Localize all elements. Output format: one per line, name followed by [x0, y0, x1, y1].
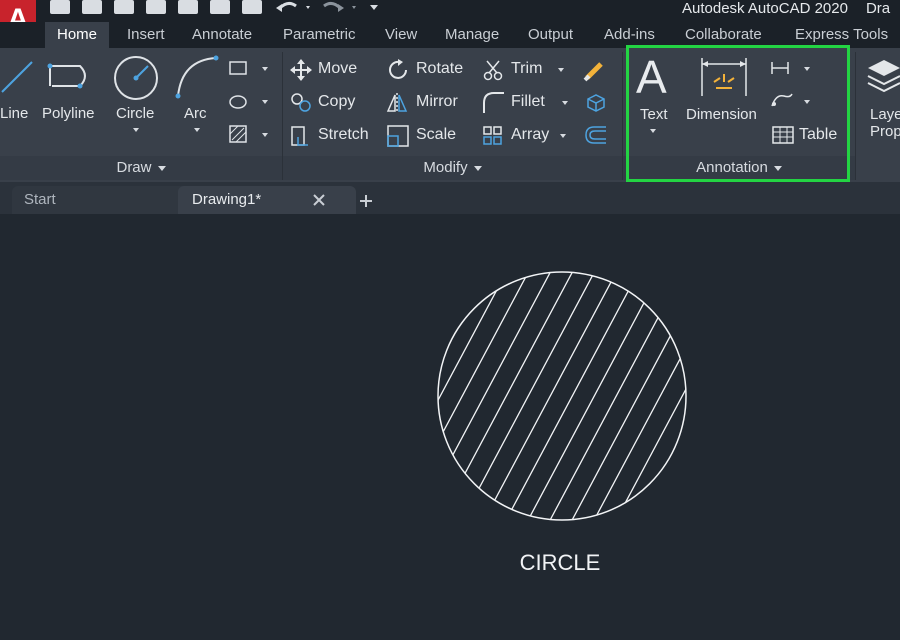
rotate-icon [389, 59, 407, 79]
polyline-tool[interactable]: Polyline [42, 105, 95, 122]
line-icon [1, 61, 33, 93]
circle-icon [114, 56, 158, 100]
layer-properties-tool[interactable]: Laye Proper [870, 106, 900, 140]
window-title: Autodesk AutoCAD 2020 Dra [682, 0, 891, 17]
array-dropdown-icon[interactable] [560, 134, 566, 138]
tab-parametric[interactable]: Parametric [283, 22, 356, 48]
plus-icon[interactable] [358, 193, 374, 209]
plot-icon[interactable] [242, 0, 262, 14]
circle-tool[interactable]: Circle [116, 105, 154, 122]
tab-drawing1[interactable]: Drawing1* [178, 186, 356, 214]
tab-manage[interactable]: Manage [445, 22, 499, 48]
tab-output[interactable]: Output [528, 22, 573, 48]
circle-dropdown-icon[interactable] [133, 128, 139, 132]
open-from-web-icon[interactable] [178, 0, 198, 14]
move-icon [290, 59, 312, 81]
array-tool[interactable]: Array [511, 126, 549, 144]
explode-icon[interactable] [584, 91, 606, 113]
tab-insert[interactable]: Insert [127, 22, 165, 48]
fillet-tool[interactable]: Fillet [511, 93, 545, 111]
polyline-icon [47, 63, 86, 89]
offset-icon[interactable] [584, 125, 608, 145]
line-tool[interactable]: Line [0, 105, 28, 122]
arc-tool[interactable]: Arc [184, 105, 207, 122]
scale-tool[interactable]: Scale [416, 126, 456, 144]
erase-icon[interactable] [583, 58, 607, 82]
stretch-icon [291, 126, 308, 146]
close-icon[interactable] [312, 193, 326, 207]
tab-view[interactable]: View [385, 22, 417, 48]
tab-start[interactable]: Start [12, 186, 188, 214]
panel-divider [855, 52, 856, 180]
move-tool[interactable]: Move [318, 60, 357, 78]
tab-drawing1-label: Drawing1* [192, 191, 262, 208]
trim-dropdown-icon[interactable] [558, 68, 564, 72]
save-icon[interactable] [114, 0, 134, 14]
trim-icon [483, 60, 503, 81]
draw-panel-footer[interactable]: Draw [0, 156, 282, 180]
fillet-icon [483, 92, 504, 113]
arc-dropdown-icon[interactable] [194, 128, 200, 132]
tab-home[interactable]: Home [45, 22, 110, 48]
trim-tool[interactable]: Trim [511, 60, 542, 78]
copy-icon [291, 93, 311, 112]
stretch-tool[interactable]: Stretch [318, 126, 369, 144]
chevron-down-icon [473, 165, 482, 171]
hatched-circle-drawing[interactable] [430, 264, 694, 528]
copy-tool[interactable]: Copy [318, 93, 355, 111]
save-as-icon[interactable] [146, 0, 166, 14]
array-icon [483, 126, 502, 145]
layers-icon [867, 60, 900, 93]
scale-icon [387, 125, 409, 147]
draw-small-tools[interactable] [228, 60, 272, 146]
mirror-tool[interactable]: Mirror [416, 93, 458, 111]
tab-annotate[interactable]: Annotate [192, 22, 252, 48]
chevron-down-icon [157, 165, 166, 171]
annotation-panel-highlight [626, 45, 850, 182]
circle-caption: CIRCLE [519, 550, 601, 575]
fillet-dropdown-icon[interactable] [562, 101, 568, 105]
open-file-icon[interactable] [82, 0, 102, 14]
rotate-tool[interactable]: Rotate [416, 60, 463, 78]
modify-panel-footer[interactable]: Modify [283, 156, 622, 180]
mirror-icon [386, 93, 408, 112]
arc-icon [175, 55, 219, 99]
undo-redo-icons[interactable] [274, 0, 384, 14]
new-file-icon[interactable] [50, 0, 70, 14]
save-to-web-icon[interactable] [210, 0, 230, 14]
